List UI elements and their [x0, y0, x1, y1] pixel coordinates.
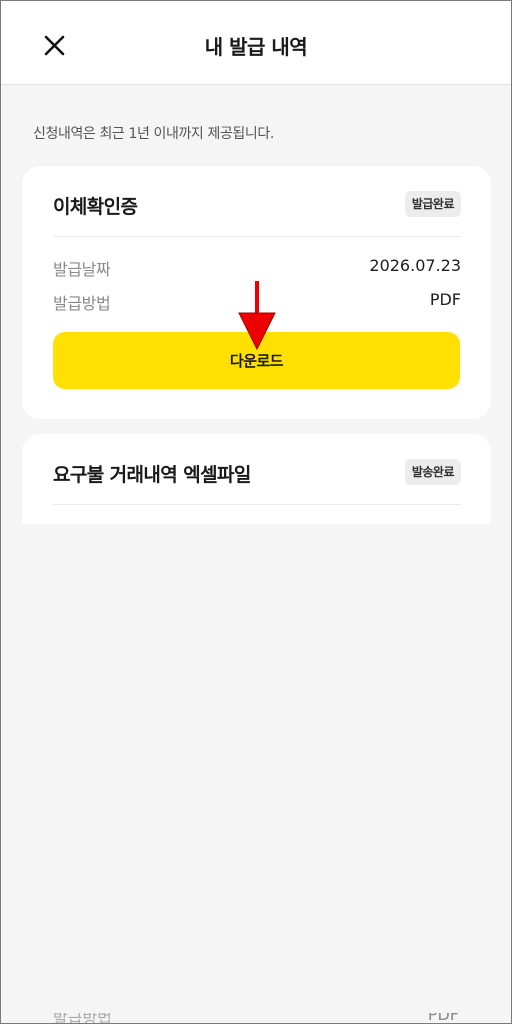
issuance-card: 요구불 거래내역 엑셀파일 발송완료 [22, 434, 491, 524]
red-arrow-icon [238, 281, 276, 351]
divider [53, 504, 461, 505]
issue-date-value: 2026.07.23 [369, 256, 461, 275]
divider [53, 236, 461, 237]
card-title: 요구불 거래내역 엑셀파일 [53, 464, 251, 486]
partial-row-value: PDF [427, 1013, 459, 1024]
screen: 내 발급 내역 신청내역은 최근 1년 이내까지 제공됩니다. 이체확인증 발급… [0, 0, 512, 1024]
issue-method-label: 발급방법 [53, 294, 111, 313]
issue-date-label: 발급날짜 [53, 260, 111, 279]
status-badge: 발급완료 [404, 191, 461, 217]
partial-row-label: 발급방법 [53, 1013, 112, 1024]
page-title: 내 발급 내역 [204, 35, 308, 59]
notice-text: 신청내역은 최근 1년 이내까지 제공됩니다. [33, 126, 274, 142]
top-bar: 내 발급 내역 [1, 1, 511, 85]
partial-row: 발급방법 PDF [1, 1013, 511, 1024]
card-title: 이체확인증 [53, 196, 138, 218]
status-badge: 발송완료 [404, 459, 461, 485]
issue-method-value: PDF [429, 290, 461, 309]
